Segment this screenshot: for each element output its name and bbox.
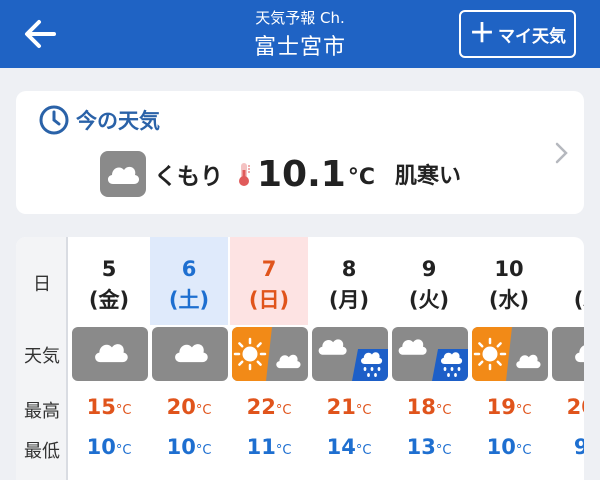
- forecast-day-column[interactable]: 5 (金) 15°C 10°C: [70, 237, 148, 480]
- cloudy-icon: [152, 327, 228, 381]
- day-header: 8 (月): [310, 237, 388, 325]
- day-date: 8: [341, 257, 357, 281]
- sunny-then-cloudy-icon: [472, 327, 548, 381]
- forecast-day-column[interactable]: 1 (木 20°C 9°C: [550, 237, 584, 480]
- day-date: 9: [421, 257, 437, 281]
- row-label-weather: 天気: [24, 346, 60, 367]
- row-label-high: 最高: [24, 401, 60, 422]
- day-date: 10: [494, 257, 524, 281]
- temperature-unit: °C: [347, 164, 375, 190]
- low-temperature: 14°C: [326, 435, 372, 459]
- current-temperature: 10.1: [257, 153, 346, 195]
- cloudy-then-rain-icon: [392, 327, 468, 381]
- cloudy-icon: [552, 327, 584, 381]
- day-weekday: (水): [488, 288, 530, 312]
- thermometer-icon: [239, 163, 250, 186]
- low-temperature: 13°C: [406, 435, 452, 459]
- weekly-forecast-table[interactable]: 日 天気 最高 最低 5 (金) 15°C 10°C 6 (土) 20°C 10°C 7 (日) 2…: [16, 237, 584, 480]
- high-temperature: 21°C: [326, 395, 372, 419]
- low-temperature: 11°C: [246, 435, 292, 459]
- low-temperature: 10°C: [86, 435, 132, 459]
- low-temperature: 9°C: [573, 435, 584, 459]
- my-weather-label: マイ天気: [498, 26, 566, 47]
- plus-icon: ＋: [468, 19, 495, 49]
- row-labels: 日 天気 最高 最低: [16, 237, 68, 480]
- current-condition: くもり: [154, 164, 223, 190]
- day-date: 6: [181, 257, 197, 281]
- day-header: 6 (土): [150, 237, 228, 325]
- low-temperature: 10°C: [486, 435, 532, 459]
- day-weekday: (金): [88, 288, 130, 312]
- current-weather-title: 今の天気: [76, 109, 160, 133]
- feels-like-text: 肌寒い: [394, 164, 461, 189]
- chevron-right-icon[interactable]: [554, 140, 570, 166]
- forecast-day-column[interactable]: 7 (日) 22°C 11°C: [230, 237, 308, 480]
- row-label-day: 日: [33, 274, 51, 295]
- forecast-day-column[interactable]: 8 (月) 21°C 14°C: [310, 237, 388, 480]
- cloudy-then-rain-icon: [312, 327, 388, 381]
- clock-icon: [39, 105, 69, 135]
- sunny-then-cloudy-icon: [232, 327, 308, 381]
- low-temperature: 10°C: [166, 435, 212, 459]
- high-temperature: 22°C: [246, 395, 292, 419]
- high-temperature: 20°C: [566, 395, 584, 419]
- forecast-day-column[interactable]: 6 (土) 20°C 10°C: [150, 237, 228, 480]
- day-date: 7: [261, 257, 277, 281]
- high-temperature: 18°C: [406, 395, 452, 419]
- day-date: 1: [550, 257, 584, 281]
- day-date: 5: [101, 257, 117, 281]
- day-header: 9 (火): [390, 237, 468, 325]
- day-header: 5 (金): [70, 237, 148, 325]
- high-temperature: 15°C: [86, 395, 132, 419]
- current-weather-row: くもり 10.1 °C 肌寒い: [100, 151, 461, 197]
- cloudy-icon: [72, 327, 148, 381]
- high-temperature: 20°C: [166, 395, 212, 419]
- day-header: 7 (日): [230, 237, 308, 325]
- cloudy-icon: [100, 151, 146, 197]
- day-weekday: (日): [248, 288, 290, 312]
- add-my-weather-button[interactable]: ＋ マイ天気: [459, 10, 576, 58]
- day-weekday: (月): [328, 288, 370, 312]
- forecast-day-column[interactable]: 9 (火) 18°C 13°C: [390, 237, 468, 480]
- current-weather-card[interactable]: 今の天気 くもり 10.1 °C 肌寒い: [16, 91, 584, 214]
- day-weekday: (火): [408, 288, 450, 312]
- high-temperature: 19°C: [486, 395, 532, 419]
- current-weather-heading: 今の天気: [38, 104, 160, 136]
- day-weekday: (土): [168, 288, 210, 312]
- forecast-day-column[interactable]: 10 (水) 19°C 10°C: [470, 237, 548, 480]
- day-header: 1 (木: [550, 237, 584, 325]
- app-header: 天気予報 Ch. 富士宮市 ＋ マイ天気: [0, 0, 600, 68]
- day-header: 10 (水): [470, 237, 548, 325]
- day-weekday: (木: [573, 288, 584, 312]
- row-label-low: 最低: [24, 441, 60, 462]
